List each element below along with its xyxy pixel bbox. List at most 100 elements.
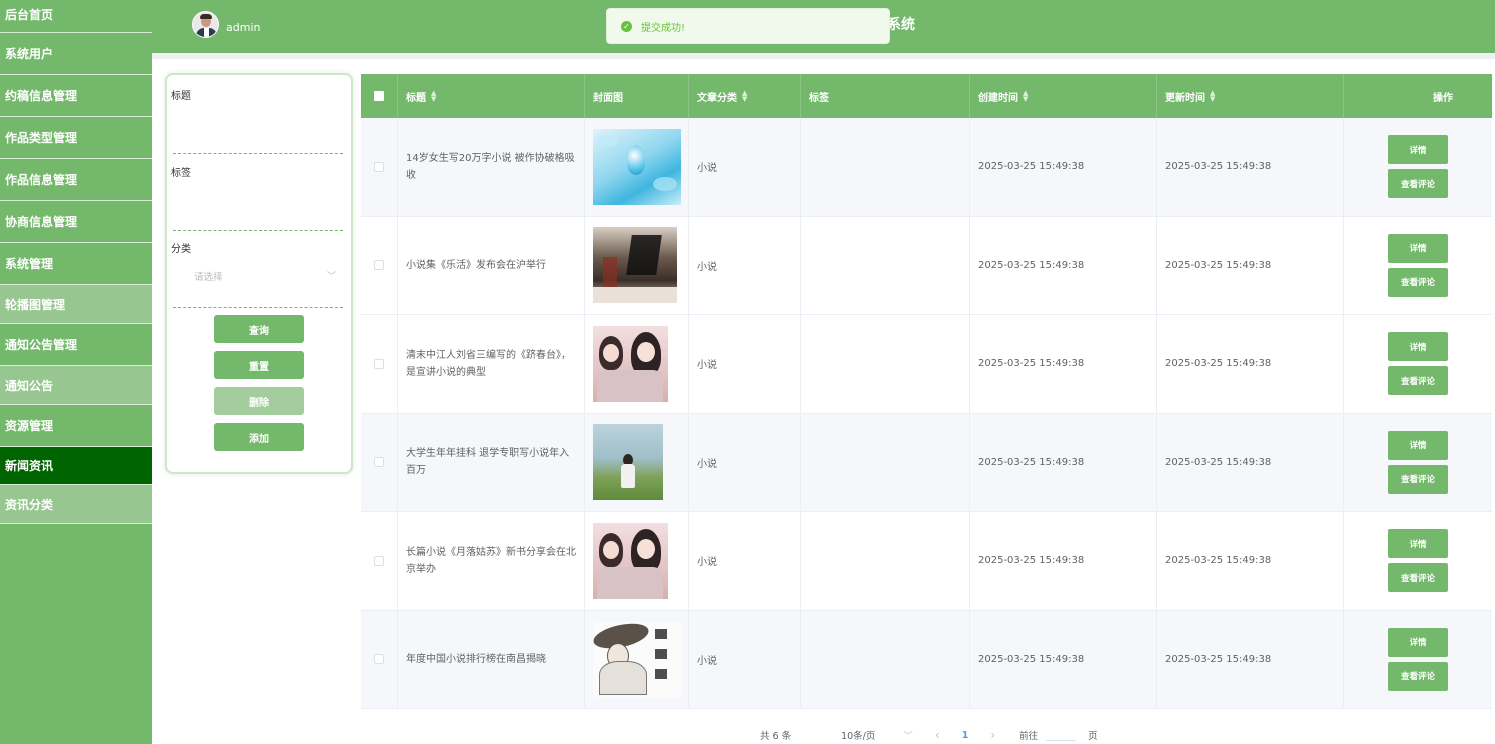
tag-input[interactable] <box>173 213 343 231</box>
sidebar-item-resources[interactable]: 资源管理 <box>0 405 152 447</box>
row-title: 14岁女生写20万字小说 被作协破格吸收 <box>406 152 575 181</box>
tag-field-label: 标签 <box>171 168 191 179</box>
username-label[interactable]: admin <box>226 21 260 34</box>
sidebar: 后台首页 系统用户 约稿信息管理 作品类型管理 作品信息管理 协商信息管理 系统… <box>0 0 152 744</box>
page-suffix-label: 页 <box>1088 731 1098 742</box>
cover-image <box>593 424 663 501</box>
row-updated: 2025-03-25 15:49:38 <box>1165 653 1272 665</box>
detail-button[interactable]: 详情 <box>1388 430 1448 460</box>
detail-button[interactable]: 详情 <box>1388 135 1448 165</box>
row-created: 2025-03-25 15:49:38 <box>978 653 1085 665</box>
add-button[interactable]: 添加 <box>214 423 304 451</box>
column-header-tags: 标签 <box>801 74 970 118</box>
category-select[interactable]: 请选择 <box>194 269 223 283</box>
page-size-select[interactable]: 10条/页 <box>841 728 875 742</box>
cover-image <box>593 227 677 304</box>
column-header-category[interactable]: 文章分类 ▲ ▼ <box>689 74 801 118</box>
row-created: 2025-03-25 15:49:38 <box>978 358 1085 370</box>
column-header-updated[interactable]: 更新时间 ▲ ▼ <box>1157 74 1344 118</box>
pagination-total: 共 6 条 <box>760 731 792 742</box>
row-created: 2025-03-25 15:49:38 <box>978 555 1085 567</box>
sidebar-item-news-category[interactable]: 资讯分类 <box>0 485 152 524</box>
detail-button[interactable]: 详情 <box>1388 233 1448 263</box>
view-comments-button[interactable]: 查看评论 <box>1388 366 1448 396</box>
table-row: 小说集《乐活》发布会在沪举行 小说 2025-03-25 15:49:38 20… <box>361 216 1492 315</box>
table-row: 清末中江人刘省三编写的《跻春台》，是宣讲小说的典型 小说 2025-03-25 … <box>361 315 1492 414</box>
column-header-actions: 操作 <box>1433 92 1453 104</box>
sidebar-item-work-info[interactable]: 作品信息管理 <box>0 159 152 201</box>
sidebar-item-news[interactable]: 新闻资讯 <box>0 447 152 485</box>
row-updated: 2025-03-25 15:49:38 <box>1165 456 1272 468</box>
row-checkbox[interactable] <box>374 654 384 665</box>
category-select-underline <box>173 290 343 308</box>
sidebar-item-work-types[interactable]: 作品类型管理 <box>0 117 152 159</box>
news-table: 标题 ▲ ▼ 封面图 文章分类 ▲ ▼ 标签 创建时间 ▲ ▼ 更新时间 ▲ ▼ 操作 14岁女… <box>361 74 1492 709</box>
cover-image <box>593 128 681 205</box>
cover-image <box>593 522 668 599</box>
column-header-cover: 封面图 <box>585 74 689 118</box>
row-checkbox[interactable] <box>374 161 384 172</box>
cover-image <box>593 621 681 698</box>
sidebar-item-negotiation-info[interactable]: 协商信息管理 <box>0 201 152 243</box>
sidebar-item-notice-manage[interactable]: 通知公告管理 <box>0 324 152 366</box>
query-button[interactable]: 查询 <box>214 315 304 343</box>
chevron-down-icon[interactable]: ﹀ <box>903 728 913 742</box>
select-all-checkbox[interactable] <box>361 74 398 118</box>
row-title: 长篇小说《月落姑苏》新书分享会在北京举办 <box>406 546 576 575</box>
success-toast: ✓ 提交成功! <box>606 8 890 44</box>
row-checkbox[interactable] <box>374 457 384 468</box>
view-comments-button[interactable]: 查看评论 <box>1388 464 1448 494</box>
table-row: 年度中国小说排行榜在南昌揭晓 小说 2025-03-25 15:49:38 20… <box>361 610 1492 709</box>
system-title: 系统 <box>887 17 915 33</box>
row-updated: 2025-03-25 15:49:38 <box>1165 358 1272 370</box>
content-divider <box>152 53 1495 59</box>
row-checkbox[interactable] <box>374 555 384 566</box>
toast-message: 提交成功! <box>641 22 686 34</box>
detail-button[interactable]: 详情 <box>1388 332 1448 362</box>
page-number-current[interactable]: 1 <box>962 730 969 741</box>
row-title: 小说集《乐活》发布会在沪举行 <box>406 259 546 271</box>
title-field-label: 标题 <box>171 91 191 102</box>
column-header-created[interactable]: 创建时间 ▲ ▼ <box>970 74 1157 118</box>
sidebar-item-home[interactable]: 后台首页 <box>0 0 152 33</box>
cover-image <box>593 325 668 402</box>
success-check-icon: ✓ <box>621 20 632 32</box>
table-row: 长篇小说《月落姑苏》新书分享会在北京举办 小说 2025-03-25 15:49… <box>361 512 1492 611</box>
view-comments-button[interactable]: 查看评论 <box>1388 563 1448 593</box>
row-created: 2025-03-25 15:49:38 <box>978 259 1085 271</box>
row-title: 清末中江人刘省三编写的《跻春台》，是宣讲小说的典型 <box>406 349 571 378</box>
view-comments-button[interactable]: 查看评论 <box>1388 267 1448 297</box>
row-updated: 2025-03-25 15:49:38 <box>1165 259 1272 271</box>
avatar[interactable] <box>192 11 219 38</box>
row-title: 年度中国小说排行榜在南昌揭晓 <box>406 653 546 665</box>
table-row: 14岁女生写20万字小说 被作协破格吸收 小说 2025-03-25 15:49… <box>361 118 1492 217</box>
row-category: 小说 <box>697 163 717 175</box>
goto-page-input[interactable] <box>1046 729 1077 741</box>
sort-icon[interactable]: ▲ ▼ <box>1210 90 1215 103</box>
column-header-title[interactable]: 标题 ▲ ▼ <box>398 74 585 118</box>
detail-button[interactable]: 详情 <box>1388 627 1448 657</box>
view-comments-button[interactable]: 查看评论 <box>1388 661 1448 691</box>
title-input[interactable] <box>173 136 343 154</box>
delete-button[interactable]: 删除 <box>214 387 304 415</box>
chevron-down-icon[interactable]: ﹀ <box>327 269 336 282</box>
view-comments-button[interactable]: 查看评论 <box>1388 169 1448 199</box>
sidebar-item-system-manage[interactable]: 系统管理 <box>0 243 152 285</box>
row-checkbox[interactable] <box>374 260 384 271</box>
sort-icon[interactable]: ▲ ▼ <box>431 90 436 103</box>
sidebar-item-carousel[interactable]: 轮播图管理 <box>0 285 152 324</box>
sidebar-item-notice[interactable]: 通知公告 <box>0 366 152 405</box>
next-page-button[interactable]: › <box>990 728 995 742</box>
sidebar-item-system-users[interactable]: 系统用户 <box>0 33 152 75</box>
row-updated: 2025-03-25 15:49:38 <box>1165 555 1272 567</box>
reset-button[interactable]: 重置 <box>214 351 304 379</box>
sort-icon[interactable]: ▲ ▼ <box>1023 90 1028 103</box>
row-category: 小说 <box>697 458 717 470</box>
prev-page-button[interactable]: ‹ <box>935 728 940 742</box>
detail-button[interactable]: 详情 <box>1388 529 1448 559</box>
sidebar-item-commission-info[interactable]: 约稿信息管理 <box>0 75 152 117</box>
row-checkbox[interactable] <box>374 358 384 369</box>
row-created: 2025-03-25 15:49:38 <box>978 161 1085 173</box>
row-category: 小说 <box>697 557 717 569</box>
sort-icon[interactable]: ▲ ▼ <box>742 90 747 103</box>
